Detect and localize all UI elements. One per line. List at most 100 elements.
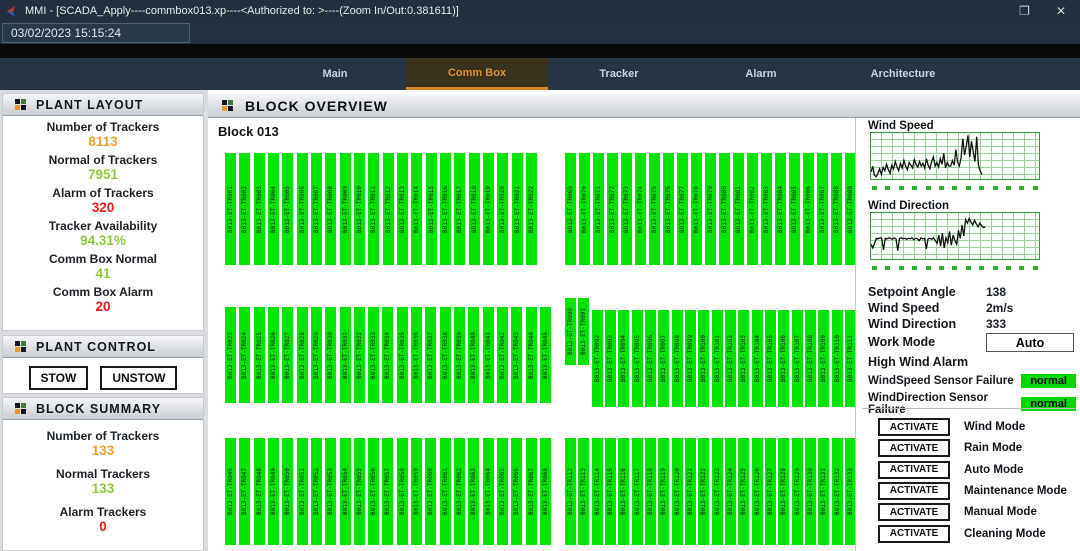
tracker-bar[interactable]: B013-ET-TR002 xyxy=(239,153,250,265)
tracker-bar[interactable]: B013-ET-TR072 xyxy=(607,153,618,265)
tracker-bar[interactable]: B013-ET-TR053 xyxy=(325,438,336,545)
tracker-bar[interactable]: B013-ET-TR114 xyxy=(592,438,603,545)
tab-main[interactable]: Main xyxy=(264,58,406,90)
tracker-bar[interactable]: B013-ET-TR110 xyxy=(832,310,843,407)
tracker-bar[interactable]: B013-ET-TR066 xyxy=(511,438,522,545)
tracker-bar[interactable]: B013-ET-TR013 xyxy=(397,153,408,265)
tracker-bar[interactable]: B013-ET-TR070 xyxy=(579,153,590,265)
activate-maintenance-mode-button[interactable]: ACTIVATE xyxy=(878,482,950,500)
tracker-bar[interactable]: B013-ET-TR115 xyxy=(605,438,616,545)
tracker-bar[interactable]: B013-ET-TR128 xyxy=(778,438,789,545)
tracker-bar[interactable]: B013-ET-TR079 xyxy=(705,153,716,265)
tracker-bar[interactable]: B013-ET-TR054 xyxy=(340,438,351,545)
tracker-bar[interactable]: B013-ET-TR009 xyxy=(340,153,351,265)
activate-auto-mode-button[interactable]: ACTIVATE xyxy=(878,461,950,479)
tracker-bar[interactable]: B013-ET-TR078 xyxy=(691,153,702,265)
tracker-bar[interactable]: B013-ET-TR032 xyxy=(354,307,365,403)
tracker-bar[interactable]: B013-ET-TR116 xyxy=(618,438,629,545)
tracker-bar[interactable]: B013-ET-TR017 xyxy=(454,153,465,265)
tracker-bar[interactable]: B013-ET-TR022 xyxy=(526,153,537,265)
tracker-bar[interactable]: B013-ET-TR063 xyxy=(468,438,479,545)
tracker-bar[interactable]: B013-ET-TR093 xyxy=(605,310,616,407)
tracker-bar[interactable]: B013-ET-TR071 xyxy=(593,153,604,265)
work-mode-selector[interactable]: Auto xyxy=(986,333,1074,352)
tracker-bar[interactable]: B013-ET-TR076 xyxy=(663,153,674,265)
tracker-bar[interactable]: B013-ET-TR059 xyxy=(411,438,422,545)
tracker-bar[interactable]: B013-ET-TR104 xyxy=(752,310,763,407)
tracker-bar[interactable]: B013-ET-TR011 xyxy=(368,153,379,265)
tracker-bar[interactable]: B013-ET-TR021 xyxy=(512,153,523,265)
tracker-bar[interactable]: B013-ET-TR055 xyxy=(354,438,365,545)
activate-manual-mode-button[interactable]: ACTIVATE xyxy=(878,503,950,521)
tracker-bar[interactable]: B013-ET-TR109 xyxy=(818,310,829,407)
tracker-bar[interactable]: B013-ET-TR056 xyxy=(368,438,379,545)
tracker-bar[interactable]: B013-ET-TR034 xyxy=(382,307,393,403)
tracker-bar[interactable]: B013-ET-TR097 xyxy=(658,310,669,407)
tab-alarm[interactable]: Alarm xyxy=(690,58,832,90)
tracker-bar[interactable]: B013-ET-TR102 xyxy=(725,310,736,407)
tracker-bar[interactable]: B013-ET-TR074 xyxy=(635,153,646,265)
tracker-bar[interactable]: B013-ET-TR035 xyxy=(397,307,408,403)
activate-rain-mode-button[interactable]: ACTIVATE xyxy=(878,439,950,457)
tracker-bar[interactable]: B013-ET-TR057 xyxy=(382,438,393,545)
tracker-bar[interactable]: B013-ET-TR094 xyxy=(618,310,629,407)
tracker-bar[interactable]: B013-ET-TR103 xyxy=(738,310,749,407)
activate-cleaning-mode-button[interactable]: ACTIVATE xyxy=(878,525,950,543)
tracker-bar[interactable]: B013-ET-TR018 xyxy=(469,153,480,265)
tracker-bar[interactable]: B013-ET-TR046 xyxy=(225,438,236,545)
tracker-bar[interactable]: B013-ET-TR119 xyxy=(658,438,669,545)
tracker-bar[interactable]: B013-ET-TR036 xyxy=(411,307,422,403)
tracker-bar[interactable]: B013-ET-TR005 xyxy=(282,153,293,265)
tracker-bar[interactable]: B013-ET-TR024 xyxy=(239,307,250,403)
tracker-bar[interactable]: B013-ET-TR084 xyxy=(775,153,786,265)
tracker-bar[interactable]: B013-ET-TR113 xyxy=(578,438,589,545)
tracker-bar[interactable]: B013-ET-TR098 xyxy=(672,310,683,407)
tracker-bar[interactable]: B013-ET-TR048 xyxy=(254,438,265,545)
tracker-bar[interactable]: B013-ET-TR122 xyxy=(698,438,709,545)
tracker-bar[interactable]: B013-ET-TR008 xyxy=(325,153,336,265)
tracker-bar[interactable]: B013-ET-TR050 xyxy=(282,438,293,545)
tracker-bar[interactable]: B013-ET-TR029 xyxy=(311,307,322,403)
tracker-bar[interactable]: B013-ET-TR019 xyxy=(483,153,494,265)
tracker-bar[interactable]: B013-ET-TR108 xyxy=(805,310,816,407)
stow-button[interactable]: STOW xyxy=(29,366,89,390)
tracker-bar[interactable]: B013-ET-TR007 xyxy=(311,153,322,265)
tracker-bar[interactable]: B013-ET-TR067 xyxy=(526,438,537,545)
tab-tracker[interactable]: Tracker xyxy=(548,58,690,90)
tracker-bar[interactable]: B013-ET-TR068 xyxy=(540,438,551,545)
tracker-bar[interactable]: B013-ET-TR052 xyxy=(311,438,322,545)
tracker-bar[interactable]: B013-ET-TR042 xyxy=(497,307,508,403)
tracker-bar[interactable]: B013-ET-TR045 xyxy=(540,307,551,403)
tracker-bar[interactable]: B013-ET-TR065 xyxy=(497,438,508,545)
tracker-bar[interactable]: B013-ET-TR020 xyxy=(497,153,508,265)
tracker-bar[interactable]: B013-ET-TR095 xyxy=(632,310,643,407)
tracker-bar[interactable]: B013-ET-TR069 xyxy=(565,153,576,265)
tracker-bar[interactable]: B013-ET-TR080 xyxy=(719,153,730,265)
tracker-bar[interactable]: B013-ET-TR092 xyxy=(592,310,603,407)
tracker-bar[interactable]: B013-ET-TR003 xyxy=(254,153,265,265)
tracker-bar[interactable]: B013-ET-TR090 xyxy=(565,298,576,365)
tracker-bar[interactable]: B013-ET-TR085 xyxy=(789,153,800,265)
tracker-bar[interactable]: B013-ET-TR100 xyxy=(698,310,709,407)
tracker-bar[interactable]: B013-ET-TR121 xyxy=(685,438,696,545)
tracker-bar[interactable]: B013-ET-TR027 xyxy=(282,307,293,403)
tracker-bar[interactable]: B013-ET-TR129 xyxy=(792,438,803,545)
tracker-bar[interactable]: B013-ET-TR023 xyxy=(225,307,236,403)
tracker-bar[interactable]: B013-ET-TR105 xyxy=(765,310,776,407)
tracker-bar[interactable]: B013-ET-TR040 xyxy=(468,307,479,403)
tracker-bar[interactable]: B013-ET-TR124 xyxy=(725,438,736,545)
tracker-bar[interactable]: B013-ET-TR061 xyxy=(440,438,451,545)
tracker-bar[interactable]: B013-ET-TR006 xyxy=(297,153,308,265)
tracker-bar[interactable]: B013-ET-TR125 xyxy=(738,438,749,545)
tracker-bar[interactable]: B013-ET-TR081 xyxy=(733,153,744,265)
tracker-bar[interactable]: B013-ET-TR096 xyxy=(645,310,656,407)
tracker-bar[interactable]: B013-ET-TR127 xyxy=(765,438,776,545)
tracker-bar[interactable]: B013-ET-TR107 xyxy=(792,310,803,407)
tracker-bar[interactable]: B013-ET-TR041 xyxy=(483,307,494,403)
tracker-bar[interactable]: B013-ET-TR031 xyxy=(340,307,351,403)
tracker-bar[interactable]: B013-ET-TR037 xyxy=(425,307,436,403)
tracker-bar[interactable]: B013-ET-TR118 xyxy=(645,438,656,545)
tracker-bar[interactable]: B013-ET-TR075 xyxy=(649,153,660,265)
tracker-bar[interactable]: B013-ET-TR012 xyxy=(383,153,394,265)
tracker-bar[interactable]: B013-ET-TR026 xyxy=(268,307,279,403)
